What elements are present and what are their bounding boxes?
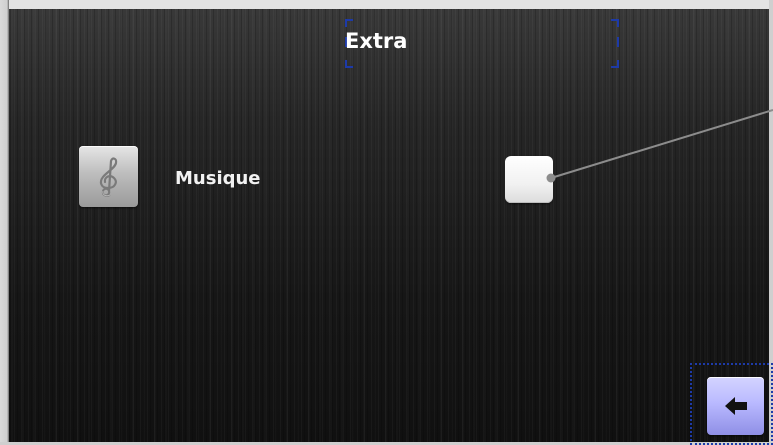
page-title: Extra [345, 29, 408, 53]
window-edge-left [0, 0, 9, 445]
music-setting-label: Musique [175, 168, 261, 189]
back-button[interactable] [707, 377, 764, 435]
treble-clef-icon [79, 146, 138, 207]
treble-clef-glyph [99, 156, 117, 197]
arrow-left-icon [724, 397, 747, 415]
screen: Extra Musique [0, 0, 773, 445]
music-checkbox[interactable] [505, 156, 553, 203]
window-edge-top [0, 0, 773, 9]
